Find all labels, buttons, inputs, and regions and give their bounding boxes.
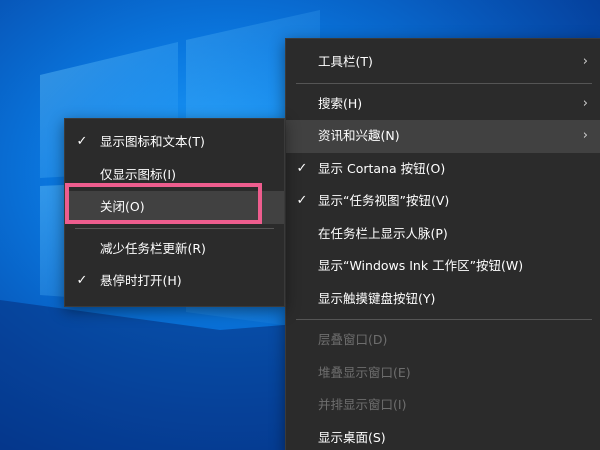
menu-item-label: 并排显示窗口(I) [318, 397, 407, 412]
taskbar-context-menu: 工具栏(T) › 搜索(H) › 资讯和兴趣(N) › ✓ 显示 Cortana… [285, 38, 600, 450]
checkmark-icon: ✓ [76, 273, 88, 288]
menu-item-news-and-interests[interactable]: 资讯和兴趣(N) › [286, 120, 600, 153]
menu-item-label: 关闭(O) [100, 199, 145, 214]
menu-item-show-people[interactable]: 在任务栏上显示人脉(P) [286, 218, 600, 251]
menu-item-label: 显示“Windows Ink 工作区”按钮(W) [318, 258, 524, 273]
menu-item-label: 显示“任务视图”按钮(V) [318, 193, 450, 208]
checkmark-icon: ✓ [76, 134, 88, 149]
menu-item-label: 层叠窗口(D) [318, 332, 388, 347]
submenu-item-close[interactable]: 关闭(O) [65, 191, 284, 224]
submenu-item-reduce-taskbar-updates[interactable]: 减少任务栏更新(R) [65, 233, 284, 266]
menu-item-side-by-side-windows: 并排显示窗口(I) [286, 389, 600, 422]
chevron-right-icon: › [582, 128, 588, 143]
menu-separator [75, 227, 274, 229]
checkmark-icon: ✓ [296, 193, 308, 208]
submenu-item-open-on-hover[interactable]: ✓ 悬停时打开(H) [65, 265, 284, 298]
menu-item-toolbars[interactable]: 工具栏(T) › [286, 46, 600, 79]
menu-item-label: 显示触摸键盘按钮(Y) [318, 290, 436, 306]
menu-item-show-desktop[interactable]: 显示桌面(S) [286, 422, 600, 450]
menu-separator [296, 82, 592, 84]
submenu-item-show-icon-only[interactable]: 仅显示图标(I) [65, 159, 284, 192]
checkmark-icon: ✓ [296, 160, 308, 176]
menu-separator [296, 319, 592, 320]
news-and-interests-submenu: ✓ 显示图标和文本(T) 仅显示图标(I) 关闭(O) 减少任务栏更新(R) ✓… [64, 118, 285, 307]
menu-item-stack-windows: 堆叠显示窗口(E) [286, 357, 600, 390]
menu-item-label: 显示桌面(S) [318, 429, 386, 445]
submenu-item-show-icon-and-text[interactable]: ✓ 显示图标和文本(T) [65, 126, 284, 159]
menu-item-label: 在任务栏上显示人脉(P) [318, 225, 448, 241]
menu-item-label: 堆叠显示窗口(E) [318, 364, 411, 380]
menu-item-label: 仅显示图标(I) [100, 166, 176, 182]
chevron-right-icon: › [582, 95, 588, 111]
menu-item-show-task-view-button[interactable]: ✓ 显示“任务视图”按钮(V) [286, 185, 600, 218]
chevron-right-icon: › [582, 54, 588, 69]
menu-item-cascade-windows: 层叠窗口(D) [286, 324, 600, 357]
menu-item-label: 工具栏(T) [318, 54, 373, 69]
menu-item-show-cortana-button[interactable]: ✓ 显示 Cortana 按钮(O) [286, 153, 600, 186]
menu-item-show-touch-keyboard-button[interactable]: 显示触摸键盘按钮(Y) [286, 283, 600, 316]
menu-item-label: 悬停时打开(H) [100, 273, 182, 288]
menu-item-label: 减少任务栏更新(R) [100, 240, 206, 256]
menu-item-label: 显示 Cortana 按钮(O) [318, 160, 446, 176]
menu-item-label: 搜索(H) [318, 95, 363, 111]
menu-item-label: 显示图标和文本(T) [100, 134, 205, 149]
menu-item-label: 资讯和兴趣(N) [318, 128, 400, 143]
menu-item-show-windows-ink-button[interactable]: 显示“Windows Ink 工作区”按钮(W) [286, 250, 600, 283]
menu-item-search[interactable]: 搜索(H) › [286, 88, 600, 121]
